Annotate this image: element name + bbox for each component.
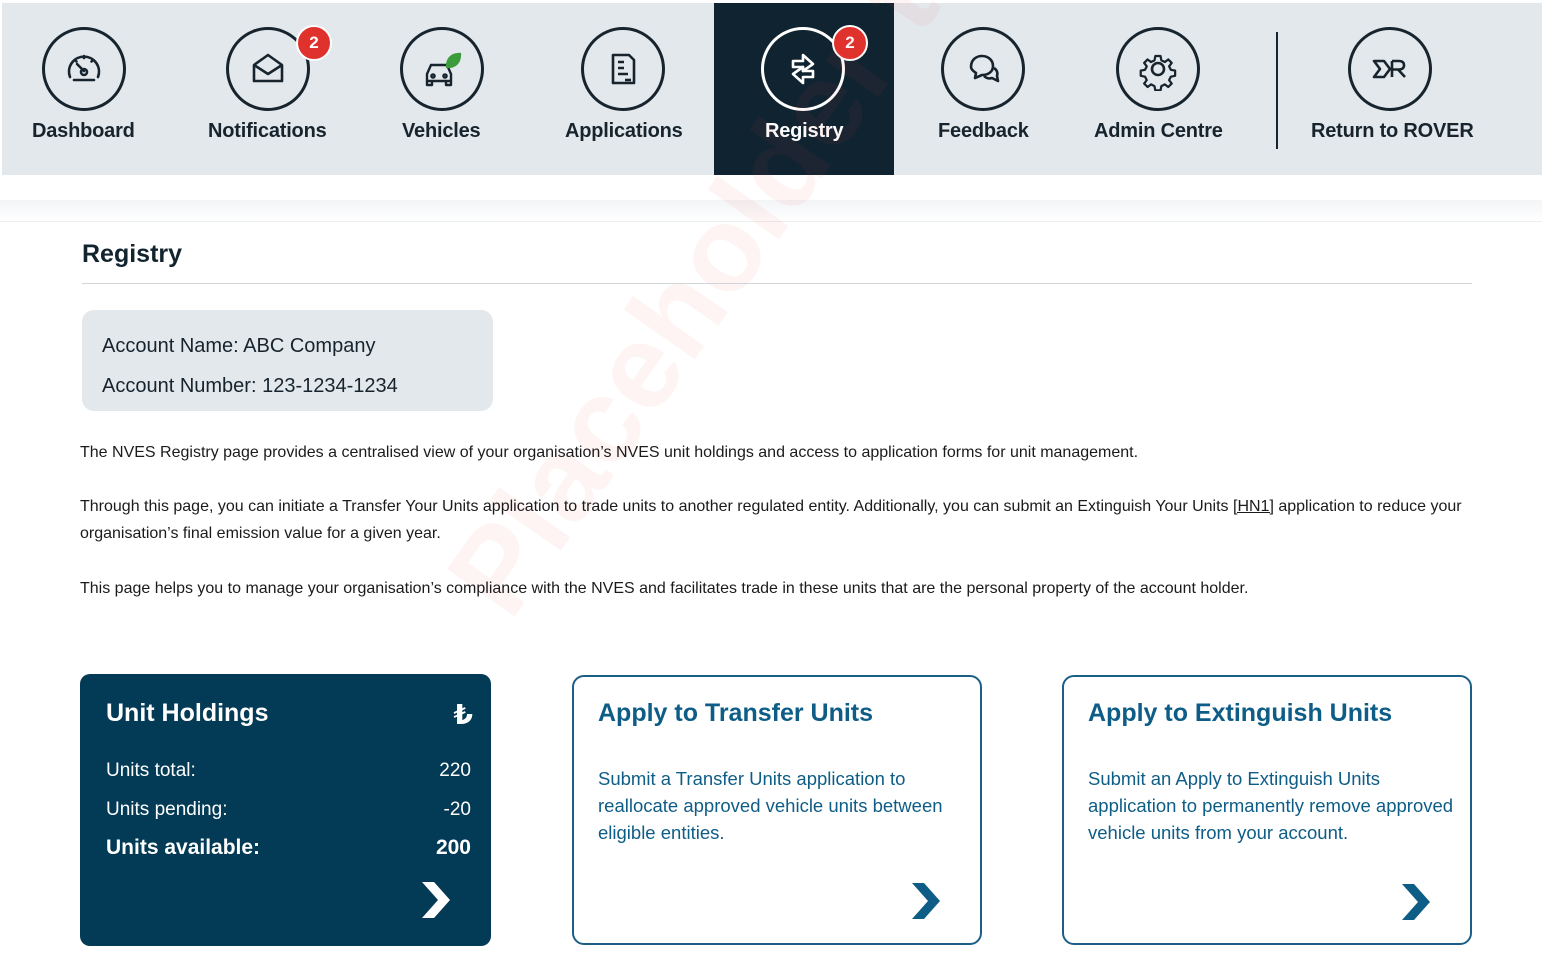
- nav-label: Notifications: [208, 120, 327, 142]
- account-number: Account Number: 123-1234-1234: [102, 375, 398, 397]
- chevron-right-icon[interactable]: [908, 881, 942, 921]
- units-available-label: Units available:: [106, 836, 261, 859]
- speedometer-icon: [42, 27, 126, 111]
- nav-label: Dashboard: [32, 120, 135, 142]
- chat-bubbles-icon: [941, 27, 1025, 111]
- registry-count-badge: 2: [832, 25, 868, 61]
- unit-holdings-title: Unit Holdings: [106, 699, 269, 727]
- nav-item-applications[interactable]: Applications: [542, 3, 706, 175]
- units-total-value: 220: [439, 760, 471, 781]
- nav-label: Feedback: [938, 120, 1029, 142]
- top-navigation: Dashboard 2 Notifications Vehicles Appli…: [2, 3, 1542, 175]
- nav-item-notifications[interactable]: 2 Notifications: [188, 3, 352, 175]
- nav-item-admin-centre[interactable]: Admin Centre: [1076, 3, 1246, 175]
- units-available-row: Units available: 200: [106, 836, 471, 860]
- extinguish-units-card[interactable]: Apply to Extinguish Units Submit an Appl…: [1062, 675, 1472, 945]
- compliance-paragraph: This page helps you to manage your organ…: [80, 580, 1249, 597]
- header-shadow: [0, 200, 1542, 222]
- nav-item-feedback[interactable]: Feedback: [902, 3, 1066, 175]
- units-available-value: 200: [435, 836, 471, 859]
- nav-divider: [1276, 32, 1278, 149]
- nav-label: Registry: [765, 120, 844, 142]
- unit-holdings-card: Unit Holdings ₺ Units total: 220 Units p…: [80, 674, 491, 946]
- intro-paragraph: The NVES Registry page provides a centra…: [80, 444, 1139, 461]
- eco-vehicle-icon: [400, 27, 484, 111]
- units-total-row: Units total: 220: [106, 760, 471, 782]
- chevron-right-icon[interactable]: [1398, 882, 1432, 922]
- nav-label: Return to ROVER: [1311, 120, 1474, 142]
- transfer-units-card[interactable]: Apply to Transfer Units Submit a Transfe…: [572, 675, 982, 945]
- account-info-box: Account Name: ABC Company Account Number…: [82, 310, 493, 411]
- title-divider: [82, 283, 1472, 284]
- page-title: Registry: [82, 240, 183, 268]
- nav-item-dashboard[interactable]: Dashboard: [2, 3, 168, 175]
- nav-label: Vehicles: [402, 120, 481, 142]
- transfer-card-title: Apply to Transfer Units: [598, 699, 874, 727]
- units-total-label: Units total:: [106, 760, 196, 781]
- nav-item-vehicles[interactable]: Vehicles: [362, 3, 526, 175]
- notification-count-badge: 2: [296, 25, 332, 61]
- units-pending-value: -20: [443, 799, 471, 820]
- units-pending-row: Units pending: -20: [106, 799, 471, 821]
- extinguish-card-description: Submit an Apply to Extinguish Units appl…: [1088, 768, 1454, 843]
- nav-label: Applications: [565, 120, 683, 142]
- rover-logo-icon: [1348, 27, 1432, 111]
- nav-label: Admin Centre: [1094, 120, 1223, 142]
- nav-item-registry[interactable]: 2 Registry: [714, 3, 894, 175]
- document-icon: [581, 27, 665, 111]
- unit-currency-icon: ₺: [453, 699, 473, 730]
- nav-item-return-to-rover[interactable]: Return to ROVER: [1296, 3, 1486, 175]
- hn1-link[interactable]: [HN1]: [1233, 498, 1274, 515]
- chevron-right-icon[interactable]: [418, 880, 452, 920]
- account-name: Account Name: ABC Company: [102, 335, 376, 357]
- extinguish-card-title: Apply to Extinguish Units: [1088, 699, 1393, 727]
- transfer-card-description: Submit a Transfer Units application to r…: [598, 768, 943, 843]
- paragraph-text: Through this page, you can initiate a Tr…: [80, 498, 1233, 515]
- gear-icon: [1116, 27, 1200, 111]
- units-pending-label: Units pending:: [106, 799, 228, 820]
- transfer-paragraph: Through this page, you can initiate a Tr…: [80, 493, 1480, 547]
